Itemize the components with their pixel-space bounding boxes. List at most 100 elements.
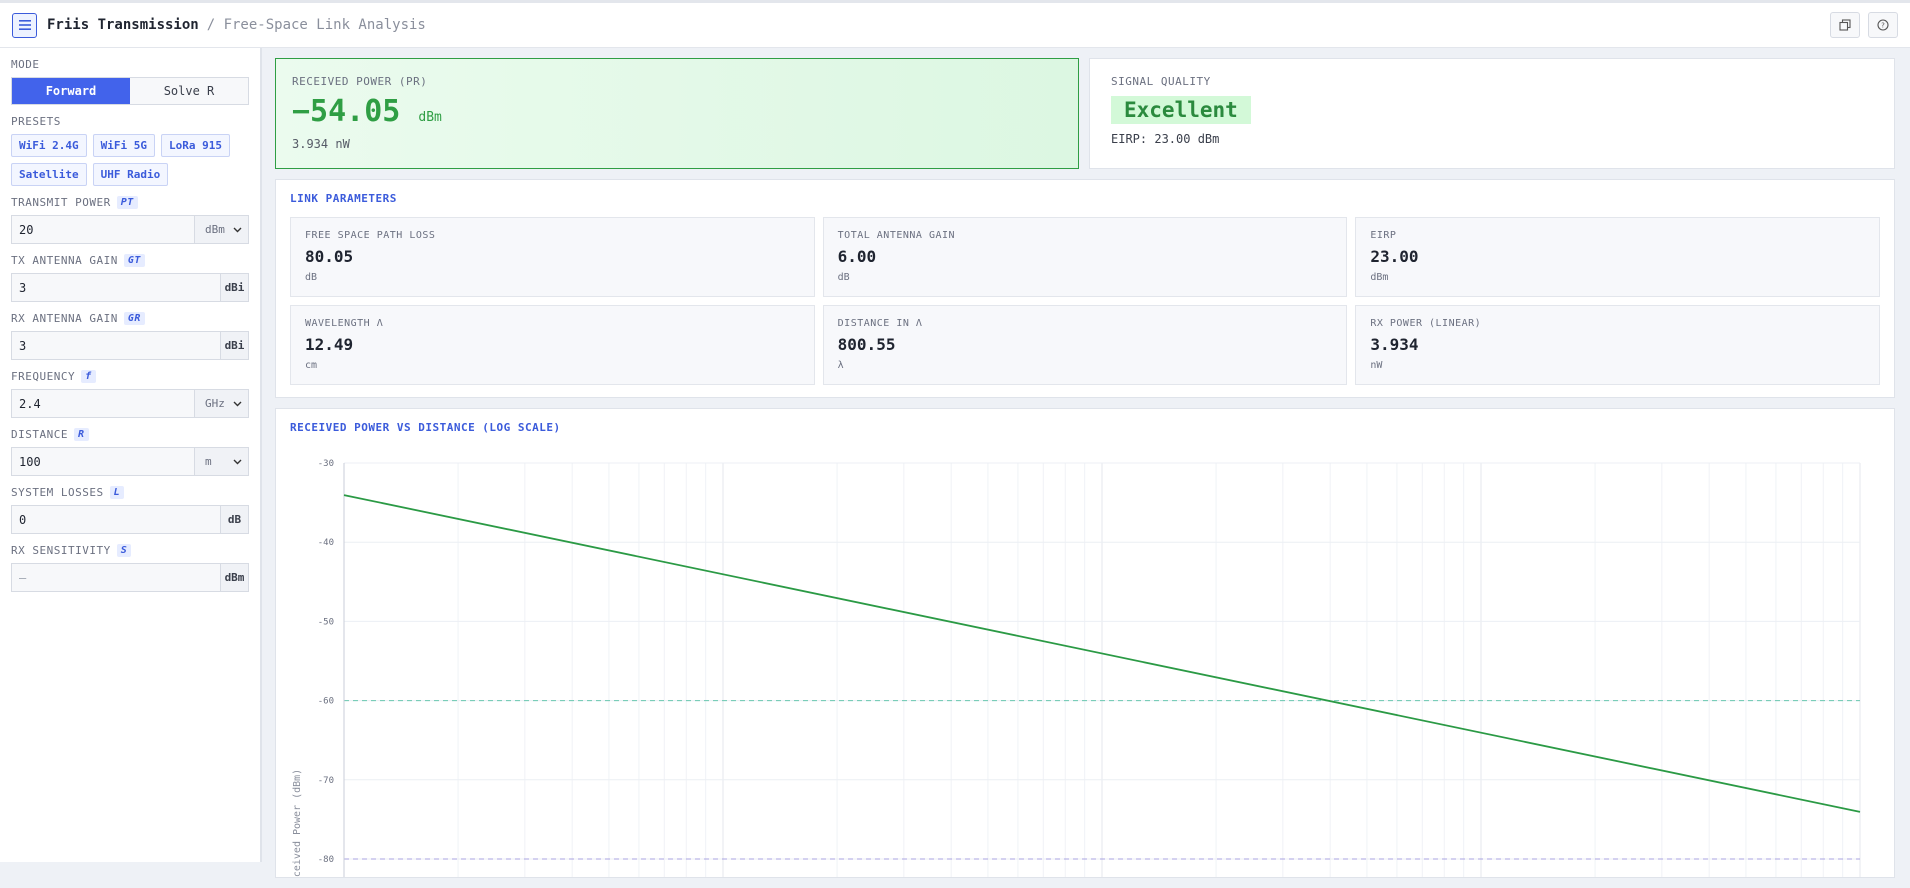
- field-input-group: 20 dBm: [11, 215, 249, 244]
- link-parameter-value: 80.05: [305, 247, 354, 266]
- field-input-group: 3 dBi: [11, 331, 249, 360]
- link-parameter-value: 3.934: [1370, 335, 1419, 354]
- chevron-down-icon: [233, 459, 242, 464]
- power-distance-chart: -30-40-50-60-70-80Received Power (dBm): [292, 459, 1861, 877]
- field-input[interactable]: 0: [12, 506, 220, 533]
- field-symbol: L: [109, 486, 125, 499]
- field-input[interactable]: 20: [12, 216, 194, 243]
- signal-quality-label: SIGNAL QUALITY: [1111, 75, 1211, 88]
- field-symbol: PT: [116, 196, 138, 209]
- preset-wifi-24[interactable]: WiFi 2.4G: [11, 134, 87, 157]
- received-power-label: RECEIVED POWER (PR): [292, 75, 428, 88]
- field-input-group: 3 dBi: [11, 273, 249, 302]
- signal-quality-badge: Excellent: [1111, 96, 1251, 124]
- link-parameter-card: RX POWER (LINEAR) 3.934 nW: [1355, 305, 1880, 385]
- preset-lora-915[interactable]: LoRa 915: [160, 134, 230, 157]
- field-input-group: 100 m: [11, 447, 249, 476]
- field-label: TX ANTENNA GAIN GT: [11, 254, 249, 267]
- main-content: RECEIVED POWER (PR) −54.05 dBm 3.934 nW …: [275, 58, 1895, 888]
- svg-text:?: ?: [1881, 22, 1885, 30]
- received-power-card: RECEIVED POWER (PR) −54.05 dBm 3.934 nW: [275, 58, 1079, 169]
- field-label-text: TX ANTENNA GAIN: [11, 254, 118, 267]
- unit-select[interactable]: dBm: [194, 216, 248, 243]
- help-button[interactable]: ?: [1868, 12, 1898, 38]
- unit-text: dB: [227, 513, 242, 526]
- page-subtitle: / Free-Space Link Analysis: [206, 17, 426, 33]
- field-input[interactable]: 3: [12, 332, 220, 359]
- mode-solve-r-button[interactable]: Solve R: [130, 78, 248, 104]
- link-parameter-card: FREE SPACE PATH LOSS 80.05 dB: [290, 217, 815, 297]
- chart-panel: RECEIVED POWER VS DISTANCE (LOG SCALE) -…: [275, 408, 1895, 878]
- field-label: DISTANCE R: [11, 428, 249, 441]
- link-parameter-label: FREE SPACE PATH LOSS: [305, 230, 436, 241]
- link-parameters-panel: LINK PARAMETERS FREE SPACE PATH LOSS 80.0…: [275, 179, 1895, 398]
- preset-wifi-5[interactable]: WiFi 5G: [92, 134, 155, 157]
- field-label-text: SYSTEM LOSSES: [11, 486, 104, 499]
- y-tick-label: -40: [318, 538, 334, 548]
- field-label-text: RX SENSITIVITY: [11, 544, 111, 557]
- field-symbol: GT: [123, 254, 145, 267]
- field-label: SYSTEM LOSSES L: [11, 486, 249, 499]
- field-label-text: TRANSMIT POWER: [11, 196, 111, 209]
- unit-text: dBm: [205, 223, 225, 236]
- link-parameter-value: 800.55: [837, 335, 896, 354]
- mode-label: MODE: [11, 58, 40, 71]
- field-symbol: f: [81, 370, 96, 383]
- field-label: FREQUENCY f: [11, 370, 249, 383]
- copy-button[interactable]: [1830, 12, 1860, 38]
- unit-text: m: [205, 455, 212, 468]
- field-label-text: DISTANCE: [11, 428, 68, 441]
- y-tick-label: -80: [318, 855, 334, 865]
- unit-text: dBm: [224, 571, 245, 584]
- menu-button[interactable]: [12, 12, 37, 38]
- unit-select[interactable]: GHz: [194, 390, 248, 417]
- field-input[interactable]: 2.4: [12, 390, 194, 417]
- unit-label: dBi: [220, 274, 248, 301]
- field-symbol: GR: [123, 312, 145, 325]
- chevron-down-icon: [233, 401, 242, 406]
- unit-label: dBm: [220, 564, 248, 591]
- unit-label: dBi: [220, 332, 248, 359]
- field-label-text: RX ANTENNA GAIN: [11, 312, 118, 325]
- field-input-group: 2.4 GHz: [11, 389, 249, 418]
- field-input-group: — dBm: [11, 563, 249, 592]
- preset-list: WiFi 2.4G WiFi 5G LoRa 915 Satellite UHF…: [11, 134, 251, 186]
- signal-quality-card: SIGNAL QUALITY Excellent EIRP: 23.00 dBm: [1089, 58, 1895, 169]
- link-parameter-label: RX POWER (LINEAR): [1370, 318, 1482, 329]
- y-tick-label: -70: [318, 776, 334, 786]
- unit-text: dBi: [224, 339, 245, 352]
- y-tick-label: -30: [318, 459, 334, 469]
- link-parameter-unit: λ: [837, 360, 844, 371]
- unit-select[interactable]: m: [194, 448, 248, 475]
- hamburger-icon: [18, 20, 31, 30]
- link-parameter-value: 23.00: [1370, 247, 1419, 266]
- received-power-unit: dBm: [418, 110, 442, 125]
- link-parameter-card: DISTANCE IN Λ 800.55 λ: [822, 305, 1348, 385]
- link-parameter-card: WAVELENGTH Λ 12.49 cm: [290, 305, 815, 385]
- link-parameter-card: EIRP 23.00 dBm: [1355, 217, 1880, 297]
- received-power-value: −54.05: [292, 94, 401, 129]
- link-parameter-unit: dB: [305, 272, 318, 283]
- help-icon: ?: [1877, 19, 1889, 31]
- link-parameter-value: 6.00: [837, 247, 877, 266]
- unit-text: GHz: [205, 397, 225, 410]
- link-parameter-label: EIRP: [1370, 230, 1397, 241]
- field-input[interactable]: 100: [12, 448, 194, 475]
- preset-uhf-radio[interactable]: UHF Radio: [92, 163, 169, 186]
- link-parameter-value: 12.49: [305, 335, 354, 354]
- field-input[interactable]: 3: [12, 274, 220, 301]
- mode-forward-button[interactable]: Forward: [12, 78, 130, 104]
- preset-satellite[interactable]: Satellite: [11, 163, 87, 186]
- link-parameter-label: DISTANCE IN Λ: [837, 318, 923, 329]
- field-input[interactable]: —: [12, 564, 220, 591]
- field-label: RX SENSITIVITY S: [11, 544, 249, 557]
- sidebar: MODE Forward Solve R PRESETS WiFi 2.4G W…: [0, 48, 262, 862]
- chart-title: RECEIVED POWER VS DISTANCE (LOG SCALE): [290, 421, 561, 434]
- copy-icon: [1839, 19, 1851, 31]
- link-parameter-label: TOTAL ANTENNA GAIN: [837, 230, 956, 241]
- field-input-group: 0 dB: [11, 505, 249, 534]
- received-power-linear: 3.934 nW: [292, 137, 350, 151]
- mode-toggle[interactable]: Forward Solve R: [11, 77, 249, 105]
- field-symbol: S: [116, 544, 132, 557]
- field-label: RX ANTENNA GAIN GR: [11, 312, 249, 325]
